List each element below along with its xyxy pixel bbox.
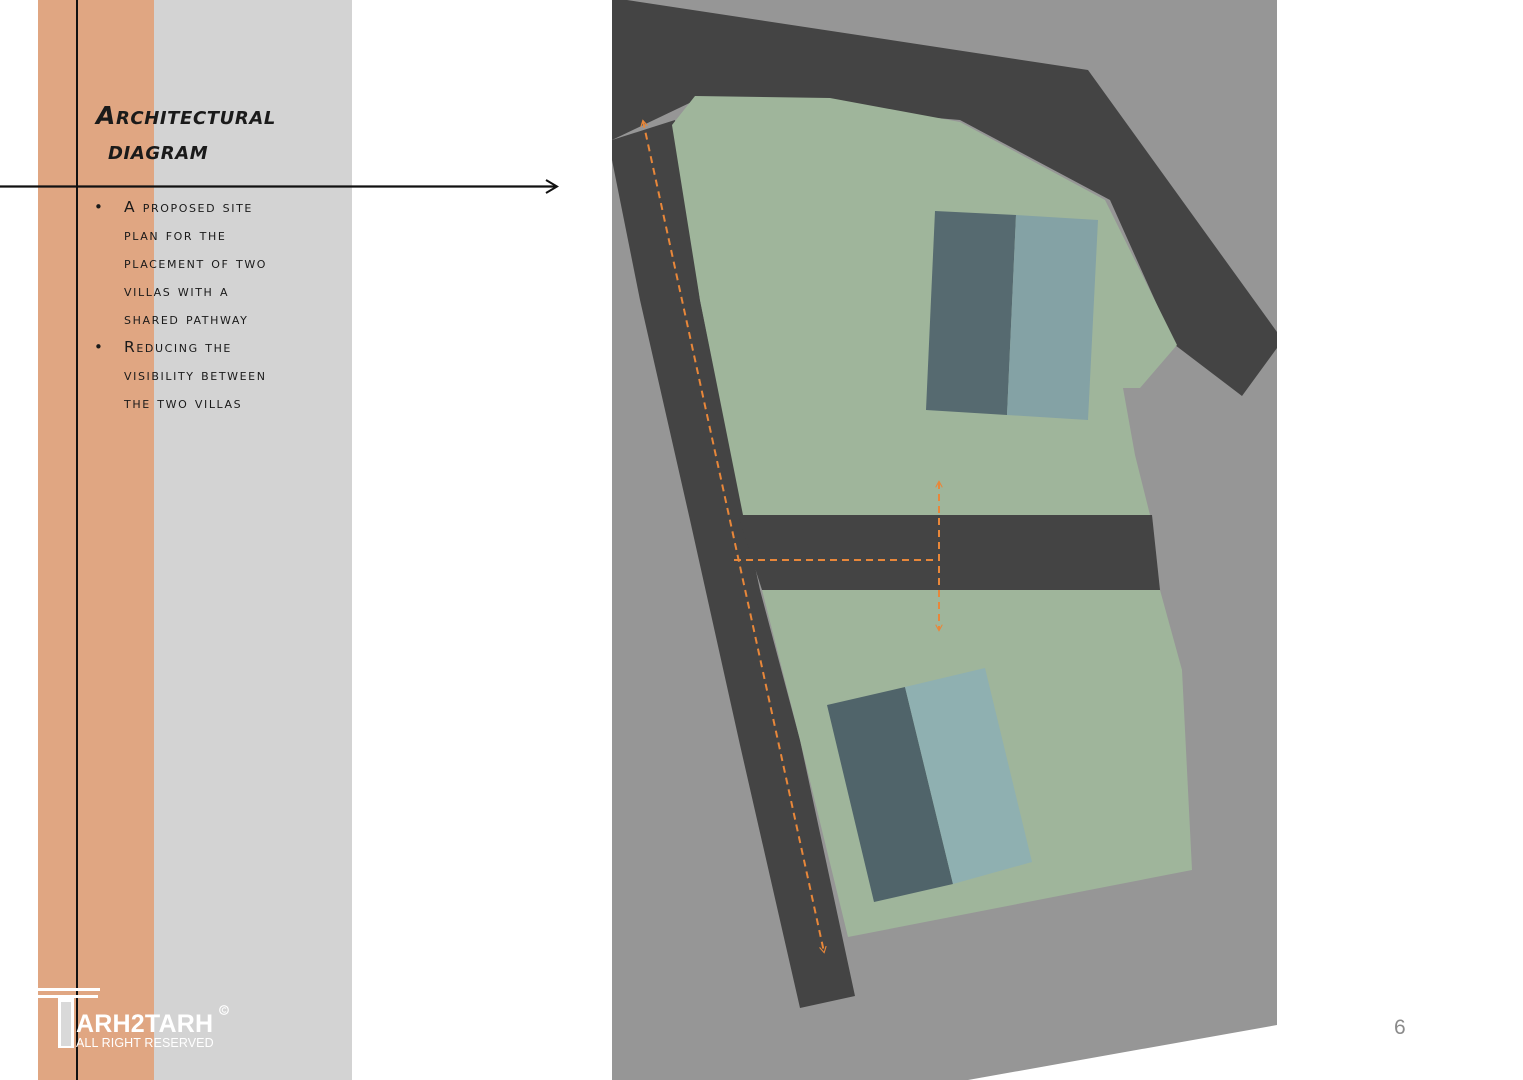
vertical-guide-line xyxy=(76,0,78,1080)
bullet-dot-icon: • xyxy=(94,198,105,216)
bullet-dot-icon: • xyxy=(94,338,105,356)
bullet-line: placement of two xyxy=(124,254,268,272)
villa-north-light-roof xyxy=(1007,215,1098,420)
slide-title: Architectural diagram xyxy=(96,98,356,168)
road-cross-pathway xyxy=(738,515,1160,590)
bullet-item-site-plan: • A proposed site plan for the placement… xyxy=(92,193,354,333)
bullet-line: villas with a xyxy=(124,282,230,300)
bullet-line: shared pathway xyxy=(124,310,249,328)
page-number: 6 xyxy=(1394,1016,1406,1039)
title-line-1: Architectural xyxy=(96,101,276,130)
title-line-2: diagram xyxy=(108,136,209,165)
logo-wordmark: ARH2TARH xyxy=(76,1010,214,1038)
villa-north-dark-roof xyxy=(926,211,1016,415)
bullet-line: visibility between xyxy=(124,366,267,384)
logo-tagline: ALL RIGHT RESERVED xyxy=(76,1036,214,1050)
bullet-item-visibility: • Reducing the visibility between the tw… xyxy=(92,333,354,417)
site-plan-diagram xyxy=(612,0,1277,1080)
bullet-line: plan for the xyxy=(124,226,227,244)
bullet-line: A proposed site xyxy=(124,198,253,216)
bullet-list: • A proposed site plan for the placement… xyxy=(92,193,354,417)
bullet-line: the two villas xyxy=(124,394,243,412)
bullet-line: Reducing the xyxy=(124,338,232,356)
